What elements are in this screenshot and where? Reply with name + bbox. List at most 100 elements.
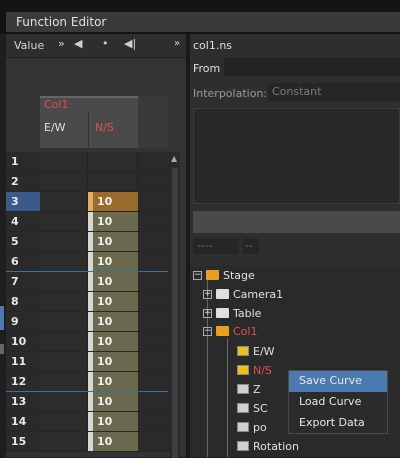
- cell-ew[interactable]: [40, 312, 88, 331]
- prev-key-icon[interactable]: ◀: [74, 37, 82, 50]
- cell-ns[interactable]: 10: [88, 292, 138, 311]
- frame-number[interactable]: 9: [6, 312, 40, 331]
- first-frame-icon[interactable]: ◀|: [124, 37, 136, 50]
- cell-ew[interactable]: [40, 152, 88, 171]
- table-row[interactable]: 6 10: [6, 252, 170, 272]
- column-ew-label[interactable]: E/W: [40, 112, 88, 148]
- cell-ew[interactable]: [40, 372, 88, 391]
- cell-ew[interactable]: [40, 352, 88, 371]
- cell-ew[interactable]: [40, 292, 88, 311]
- cell-ns[interactable]: 10: [88, 332, 138, 351]
- cell-ns[interactable]: 10: [88, 392, 138, 411]
- cell-ew[interactable]: [40, 172, 88, 191]
- tree-item-rotation[interactable]: Rotation: [237, 437, 299, 455]
- cell-ns[interactable]: [88, 172, 138, 191]
- next-key-icon[interactable]: •: [102, 37, 109, 50]
- table-row[interactable]: 15 10: [6, 432, 170, 452]
- expression-textbox[interactable]: [193, 108, 400, 204]
- cell-empty[interactable]: [138, 292, 170, 311]
- frame-number[interactable]: 3: [6, 192, 40, 211]
- cell-empty[interactable]: [138, 412, 170, 431]
- cell-ns[interactable]: 10: [88, 232, 138, 251]
- menu-item-save-curve[interactable]: Save Curve: [289, 371, 387, 392]
- toggle-panel-icon[interactable]: »: [174, 38, 180, 49]
- cell-empty[interactable]: [138, 272, 170, 291]
- apply-bar[interactable]: [193, 211, 400, 233]
- frame-number[interactable]: 13: [6, 392, 40, 411]
- cell-ew[interactable]: [40, 272, 88, 291]
- frame-number[interactable]: 12: [6, 372, 40, 391]
- double-chevron-icon[interactable]: »: [58, 37, 65, 50]
- frame-number[interactable]: 7: [6, 272, 40, 291]
- table-row[interactable]: 7 10: [6, 272, 170, 292]
- menu-item-load-curve[interactable]: Load Curve: [289, 392, 387, 413]
- scroll-up-icon[interactable]: ▲: [171, 154, 177, 163]
- table-row[interactable]: 14 10: [6, 412, 170, 432]
- cell-ns[interactable]: [88, 152, 138, 171]
- expand-icon[interactable]: +: [203, 289, 212, 299]
- collapse-icon[interactable]: −: [203, 326, 212, 336]
- cell-ew[interactable]: [40, 392, 88, 411]
- scroll-thumb[interactable]: [172, 168, 178, 458]
- table-row[interactable]: 10 10: [6, 332, 170, 352]
- collapse-icon[interactable]: −: [193, 270, 202, 280]
- column-ns-label[interactable]: N/S: [88, 112, 138, 148]
- tree-item-sc[interactable]: SC: [237, 399, 268, 417]
- frame-number[interactable]: 5: [6, 232, 40, 251]
- cell-ns[interactable]: 10: [88, 212, 138, 231]
- frame-number[interactable]: 1: [6, 152, 40, 171]
- table-row[interactable]: 9 10: [6, 312, 170, 332]
- tree-item-table[interactable]: + Table: [203, 304, 261, 322]
- frame-number[interactable]: 10: [6, 332, 40, 351]
- cell-ns[interactable]: 10: [88, 372, 138, 391]
- tree-item-ew[interactable]: E/W: [237, 342, 275, 360]
- table-row[interactable]: 8 10: [6, 292, 170, 312]
- frame-number[interactable]: 11: [6, 352, 40, 371]
- tree-item-camera1[interactable]: + Camera1: [203, 285, 283, 303]
- tree-item-stage[interactable]: − Stage: [193, 266, 255, 284]
- from-field[interactable]: [224, 58, 400, 76]
- cell-ns[interactable]: 10: [88, 432, 138, 451]
- cell-ns[interactable]: 10: [88, 352, 138, 371]
- cell-empty[interactable]: [138, 432, 170, 451]
- interpolation-select[interactable]: Constant: [268, 83, 400, 101]
- cell-ew[interactable]: [40, 332, 88, 351]
- frame-number[interactable]: 15: [6, 432, 40, 451]
- frame-number[interactable]: 14: [6, 412, 40, 431]
- cell-ew[interactable]: [40, 192, 88, 211]
- table-row[interactable]: 1: [6, 152, 170, 172]
- frame-number[interactable]: 8: [6, 292, 40, 311]
- cell-empty[interactable]: [138, 352, 170, 371]
- column-header[interactable]: Col1 E/W N/S: [40, 96, 138, 148]
- tree-item-col1[interactable]: − Col1: [203, 322, 257, 340]
- cell-empty[interactable]: [138, 232, 170, 251]
- table-row[interactable]: 11 10: [6, 352, 170, 372]
- frame-number[interactable]: 4: [6, 212, 40, 231]
- menu-item-export-data[interactable]: Export Data: [289, 413, 387, 434]
- cell-empty[interactable]: [138, 192, 170, 211]
- cell-ns[interactable]: 10: [88, 412, 138, 431]
- cell-ew[interactable]: [40, 412, 88, 431]
- step-field[interactable]: ----: [193, 238, 239, 254]
- cell-ew[interactable]: [40, 432, 88, 451]
- frame-number[interactable]: 6: [6, 252, 40, 271]
- cell-ew[interactable]: [40, 212, 88, 231]
- cell-empty[interactable]: [138, 312, 170, 331]
- cell-ew[interactable]: [40, 252, 88, 271]
- table-row[interactable]: 13 10: [6, 392, 170, 412]
- table-row[interactable]: 5 10: [6, 232, 170, 252]
- table-row[interactable]: 12 10: [6, 372, 170, 392]
- cell-empty[interactable]: [138, 252, 170, 271]
- expand-icon[interactable]: +: [203, 308, 212, 318]
- cell-empty[interactable]: [138, 372, 170, 391]
- cell-empty[interactable]: [138, 172, 170, 191]
- tree-item-z[interactable]: Z: [237, 380, 261, 398]
- cell-ns[interactable]: 10: [88, 252, 138, 271]
- table-row[interactable]: 3 10: [6, 192, 170, 212]
- cell-ns[interactable]: 10: [88, 272, 138, 291]
- cell-empty[interactable]: [138, 152, 170, 171]
- cell-ew[interactable]: [40, 232, 88, 251]
- tree-item-po[interactable]: po: [237, 418, 267, 436]
- cell-ns[interactable]: 10: [88, 312, 138, 331]
- cell-ns[interactable]: 10: [88, 192, 138, 211]
